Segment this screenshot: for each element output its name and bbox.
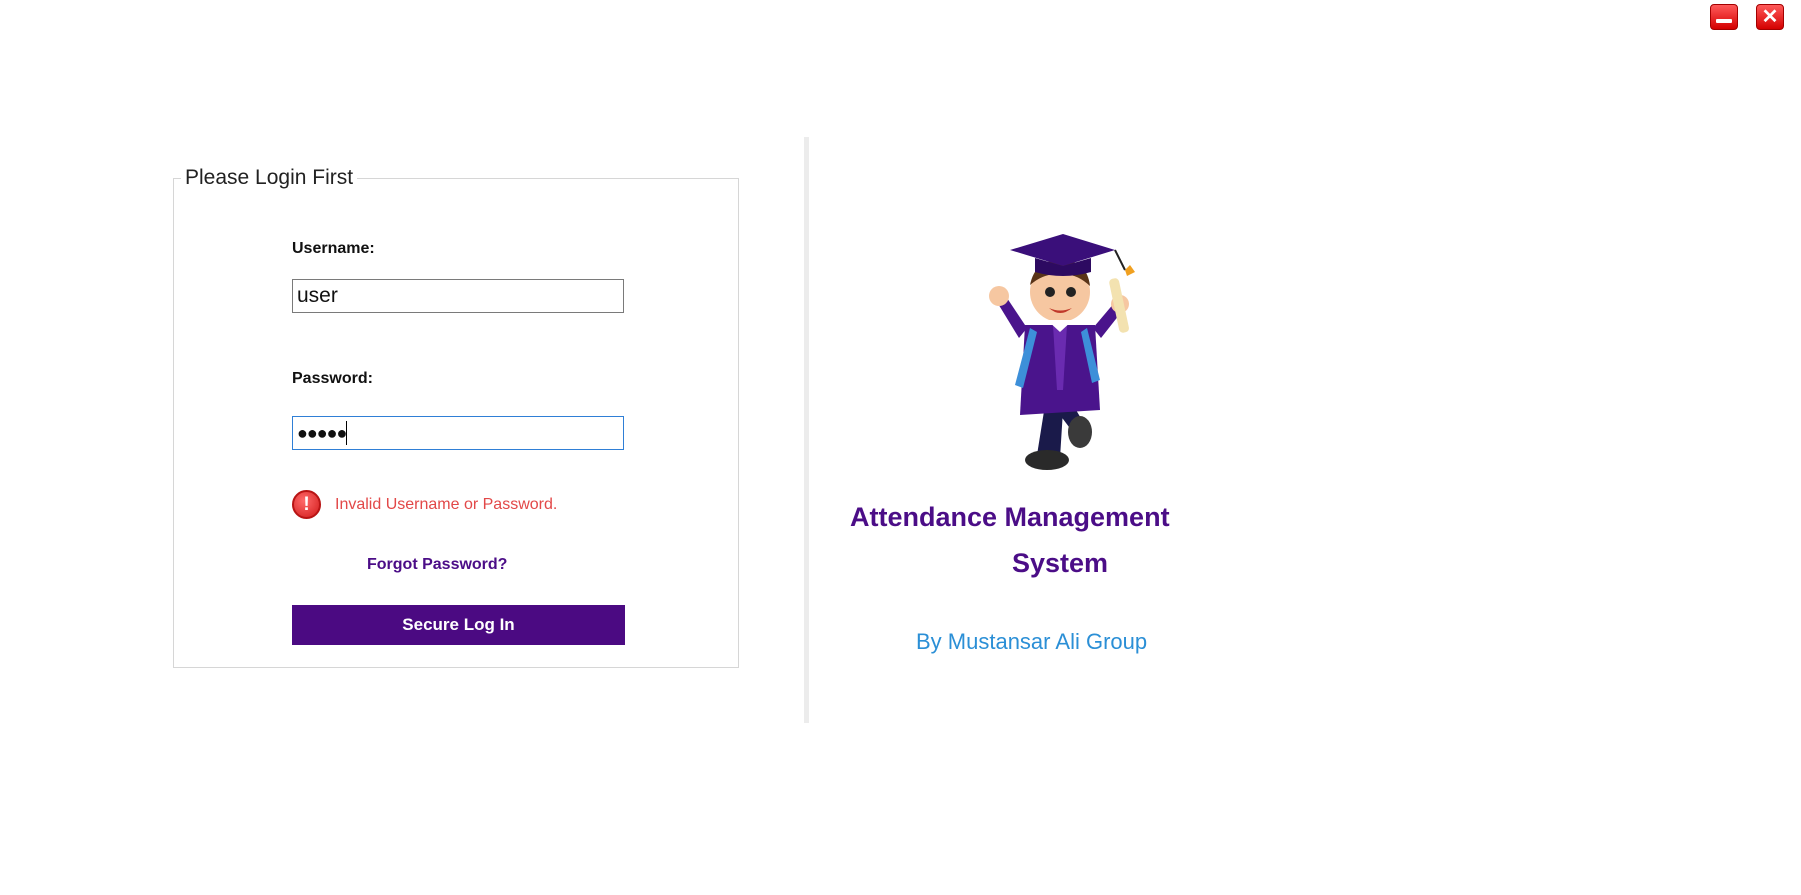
- graduate-mascot-icon: [989, 234, 1135, 470]
- username-field[interactable]: user: [292, 279, 624, 313]
- error-message: Invalid Username or Password.: [335, 496, 558, 513]
- author-byline: By Mustansar Ali Group: [916, 629, 1148, 654]
- error-icon: !: [292, 490, 321, 519]
- app-title-line2: System: [1012, 548, 1109, 578]
- username-label: Username:: [292, 240, 375, 257]
- close-button[interactable]: ✕: [1756, 4, 1784, 30]
- password-mask: ●●●●●: [297, 423, 347, 443]
- close-icon: ✕: [1761, 6, 1779, 28]
- vertical-divider: [804, 137, 809, 723]
- password-field[interactable]: ●●●●●: [292, 416, 624, 450]
- username-value: user: [297, 284, 338, 307]
- password-label: Password:: [292, 370, 373, 387]
- secure-login-button[interactable]: Secure Log In: [292, 605, 625, 645]
- forgot-password-link[interactable]: Forgot Password?: [367, 556, 507, 574]
- minimize-button[interactable]: [1710, 4, 1738, 30]
- app-title-line1: Attendance Management: [850, 502, 1170, 532]
- minimize-icon: [1716, 19, 1732, 23]
- login-group-title: Please Login First: [181, 166, 358, 190]
- text-caret: [346, 421, 348, 445]
